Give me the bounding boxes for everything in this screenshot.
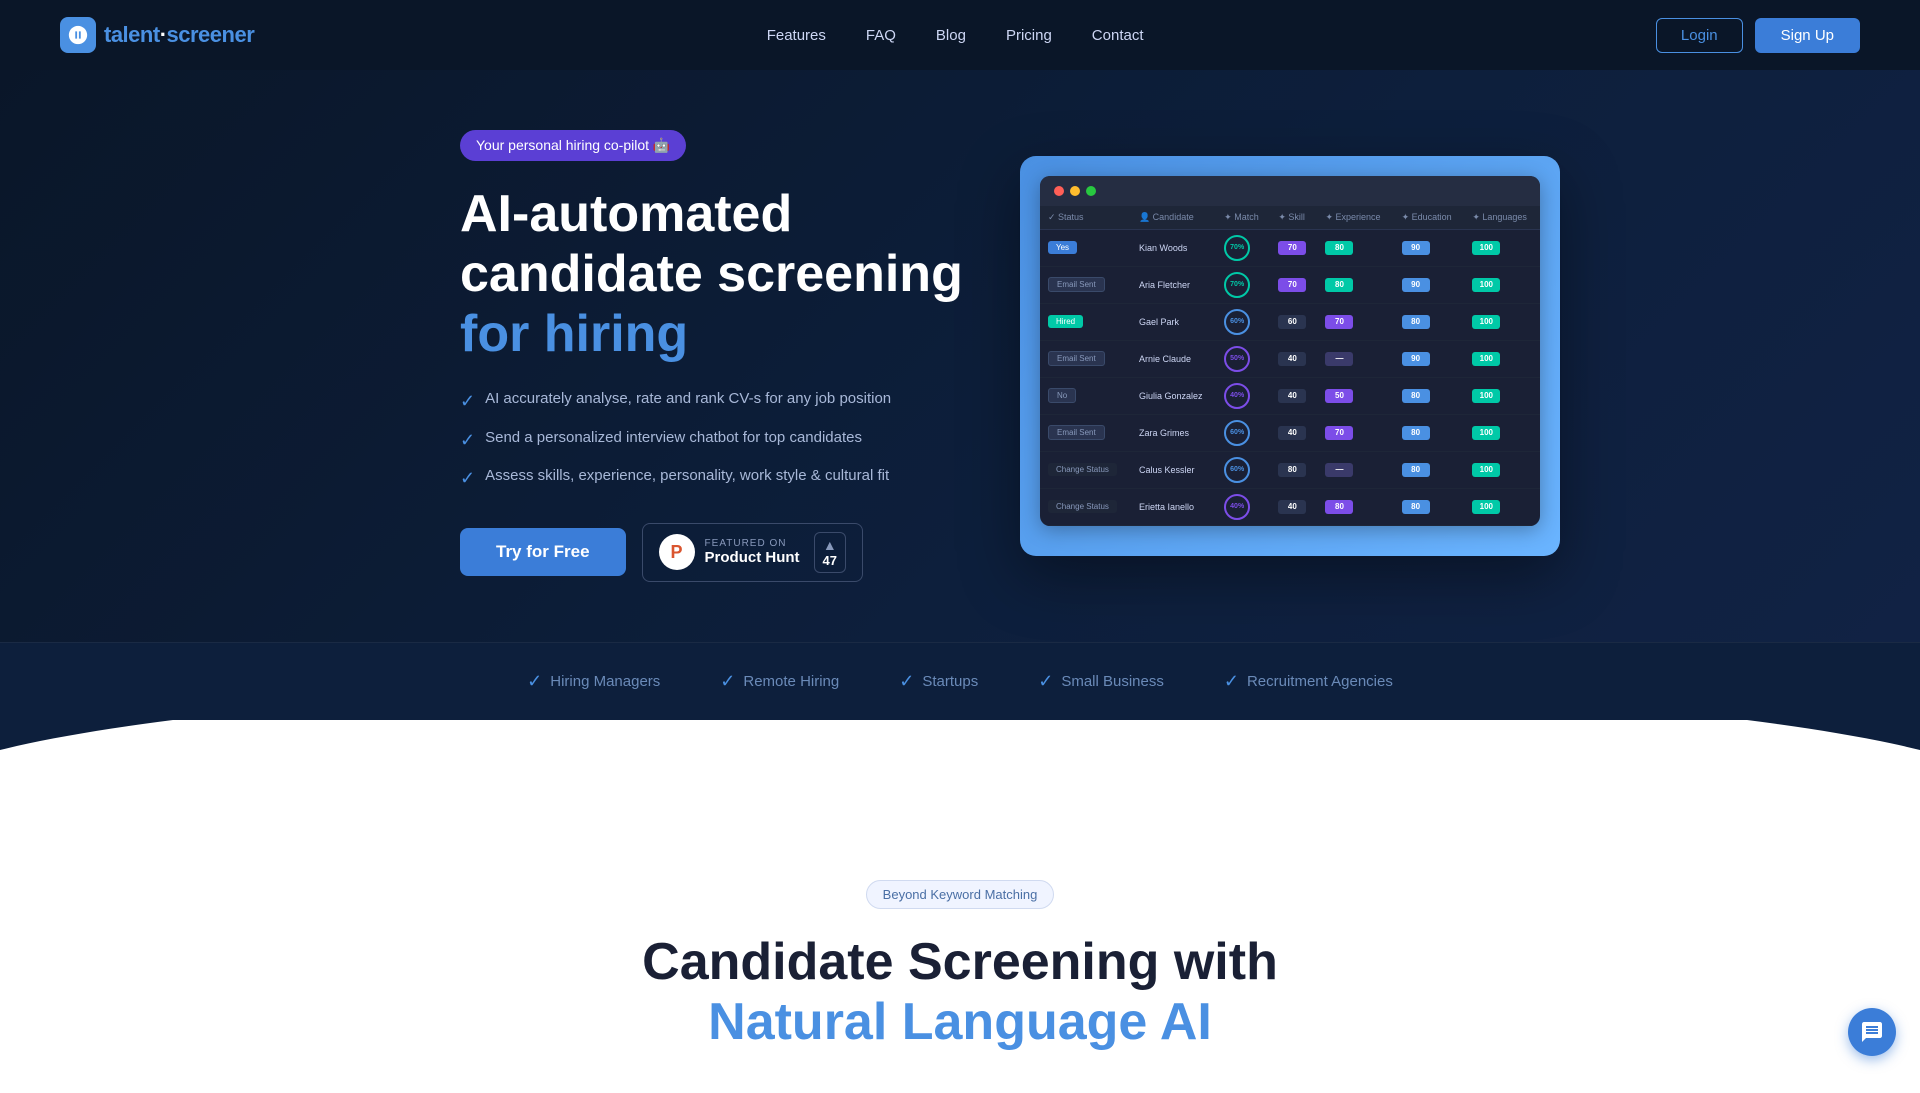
logo[interactable]: talent·screener: [60, 17, 254, 53]
table-row: Change Status Calus Kessler 60% 80 — 80 …: [1040, 451, 1540, 488]
tag-startups: ✓ Startups: [899, 671, 978, 692]
table-row: No Giulia Gonzalez 40% 40 50 80 100: [1040, 377, 1540, 414]
candidates-table: ✓ Status 👤 Candidate ✦ Match ✦ Skill ✦ E…: [1040, 206, 1540, 526]
hero-feature-2: ✓ Send a personalized interview chatbot …: [460, 427, 980, 453]
window-dot-yellow: [1070, 186, 1080, 196]
nav-actions: Login Sign Up: [1656, 18, 1860, 53]
ph-logo-icon: P: [659, 534, 695, 570]
col-education: ✦ Education: [1394, 206, 1465, 230]
tag-recruitment-agencies: ✓ Recruitment Agencies: [1224, 671, 1393, 692]
col-experience: ✦ Experience: [1317, 206, 1393, 230]
check-icon-small-biz: ✓: [1038, 671, 1053, 692]
tag-hiring-managers: ✓ Hiring Managers: [527, 671, 660, 692]
section-badge: Beyond Keyword Matching: [866, 880, 1055, 909]
hero-badge: Your personal hiring co-pilot 🤖: [460, 130, 686, 161]
ph-upvote: ▲ 47: [814, 532, 846, 573]
curve-divider: [0, 720, 1920, 800]
table-row: Yes Kian Woods 70% 70 80 90 100: [1040, 229, 1540, 266]
app-window: ✓ Status 👤 Candidate ✦ Match ✦ Skill ✦ E…: [1040, 176, 1540, 526]
navbar: talent·screener Features FAQ Blog Pricin…: [0, 0, 1920, 70]
logo-text: talent·screener: [104, 22, 254, 48]
logo-icon: [60, 17, 96, 53]
hero-features: ✓ AI accurately analyse, rate and rank C…: [460, 388, 980, 491]
status-email2: Email Sent: [1048, 351, 1105, 366]
app-titlebar: [1040, 176, 1540, 206]
hero-right: ✓ Status 👤 Candidate ✦ Match ✦ Skill ✦ E…: [1020, 156, 1560, 556]
window-dot-green: [1086, 186, 1096, 196]
status-change: Change Status: [1048, 463, 1117, 476]
status-change2: Change Status: [1048, 500, 1117, 513]
nav-faq[interactable]: FAQ: [866, 27, 896, 44]
section-white: Beyond Keyword Matching Candidate Screen…: [0, 800, 1920, 1093]
col-languages: ✦ Languages: [1464, 206, 1540, 230]
table-row: Hired Gael Park 60% 60 70 80 100: [1040, 303, 1540, 340]
check-icon-startups: ✓: [899, 671, 914, 692]
table-row: Email Sent Aria Fletcher 70% 70 80 90 10…: [1040, 266, 1540, 303]
col-candidate: 👤 Candidate: [1131, 206, 1216, 230]
col-status: ✓ Status: [1040, 206, 1131, 230]
table-row: Email Sent Zara Grimes 60% 40 70 80 100: [1040, 414, 1540, 451]
tag-small-business: ✓ Small Business: [1038, 671, 1164, 692]
nav-pricing[interactable]: Pricing: [1006, 27, 1052, 44]
check-icon-1: ✓: [460, 389, 475, 414]
signup-button[interactable]: Sign Up: [1755, 18, 1860, 53]
tag-remote-hiring: ✓ Remote Hiring: [720, 671, 839, 692]
table-row: Change Status Erietta Ianello 40% 40 80 …: [1040, 488, 1540, 525]
try-free-button[interactable]: Try for Free: [460, 528, 626, 576]
check-icon-agencies: ✓: [1224, 671, 1239, 692]
check-icon-2: ✓: [460, 428, 475, 453]
app-screenshot: ✓ Status 👤 Candidate ✦ Match ✦ Skill ✦ E…: [1020, 156, 1560, 556]
upvote-arrow-icon: ▲: [823, 537, 837, 553]
login-button[interactable]: Login: [1656, 18, 1743, 53]
check-icon-3: ✓: [460, 466, 475, 491]
check-icon-remote: ✓: [720, 671, 735, 692]
chat-button[interactable]: [1848, 1008, 1896, 1056]
table-row: Email Sent Arnie Claude 50% 40 — 90 100: [1040, 340, 1540, 377]
nav-blog[interactable]: Blog: [936, 27, 966, 44]
check-icon-hiring: ✓: [527, 671, 542, 692]
status-email3: Email Sent: [1048, 425, 1105, 440]
chat-icon: [1860, 1020, 1884, 1044]
hero-feature-3: ✓ Assess skills, experience, personality…: [460, 465, 980, 491]
section-title: Candidate Screening with Natural Languag…: [60, 933, 1860, 1053]
nav-features[interactable]: Features: [767, 27, 826, 44]
window-dot-red: [1054, 186, 1064, 196]
hero-section: Your personal hiring co-pilot 🤖 AI-autom…: [0, 0, 1920, 642]
ph-text: FEATURED ON Product Hunt: [705, 538, 800, 566]
hero-feature-1: ✓ AI accurately analyse, rate and rank C…: [460, 388, 980, 414]
status-hired: Hired: [1048, 315, 1083, 328]
status-email: Email Sent: [1048, 277, 1105, 292]
status-yes: Yes: [1048, 241, 1077, 254]
status-no: No: [1048, 388, 1076, 403]
hero-buttons: Try for Free P FEATURED ON Product Hunt …: [460, 523, 980, 582]
nav-contact[interactable]: Contact: [1092, 27, 1144, 44]
col-skill: ✦ Skill: [1270, 206, 1317, 230]
tags-section: ✓ Hiring Managers ✓ Remote Hiring ✓ Star…: [0, 642, 1920, 720]
nav-links: Features FAQ Blog Pricing Contact: [767, 27, 1144, 44]
hero-left: Your personal hiring co-pilot 🤖 AI-autom…: [460, 130, 980, 582]
product-hunt-button[interactable]: P FEATURED ON Product Hunt ▲ 47: [642, 523, 863, 582]
col-match: ✦ Match: [1216, 206, 1270, 230]
hero-title: AI-automated candidate screening for hir…: [460, 185, 980, 364]
